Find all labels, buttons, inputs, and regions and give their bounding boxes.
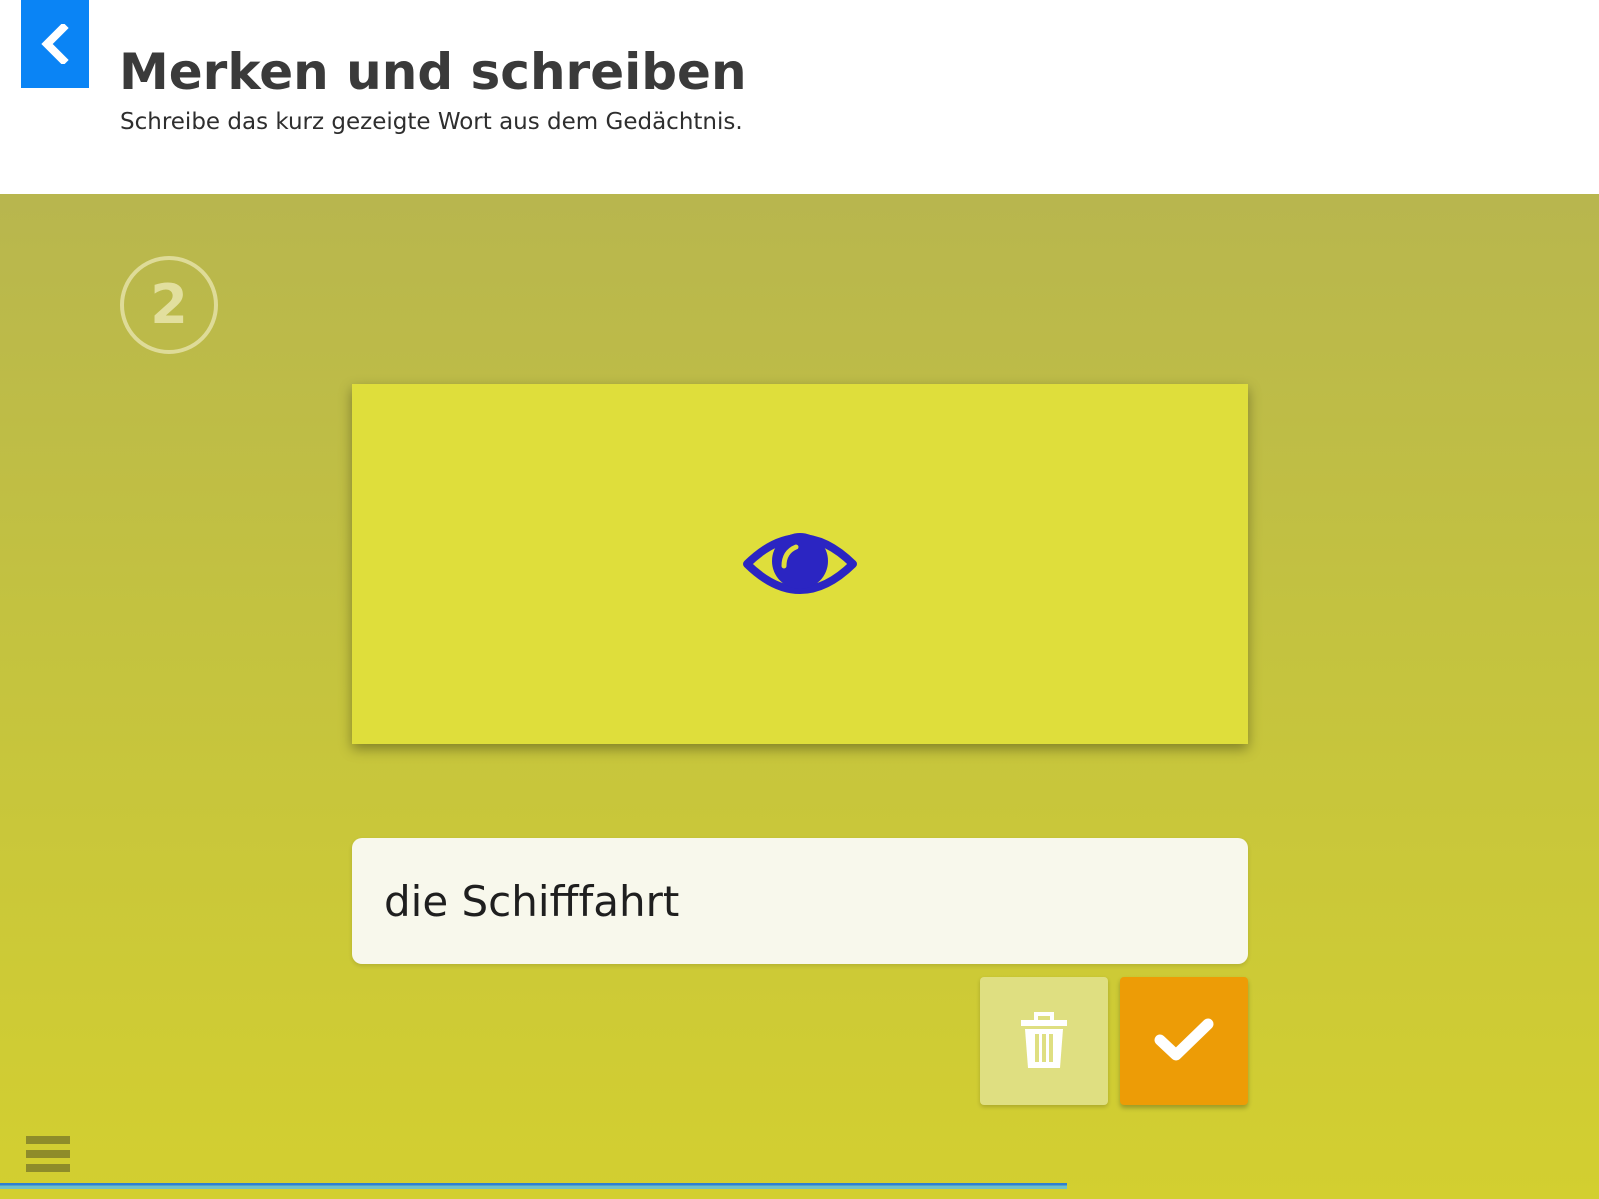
menu-bar [26, 1150, 70, 1158]
page-title: Merken und schreiben [119, 43, 747, 101]
checkmark-icon [1154, 1018, 1214, 1061]
confirm-button[interactable] [1120, 977, 1248, 1105]
menu-bar [26, 1164, 70, 1172]
exercise-stage: 2 [0, 194, 1599, 1199]
back-button[interactable] [21, 0, 89, 88]
eye-icon [743, 533, 857, 594]
answer-input[interactable] [352, 838, 1248, 964]
chevron-left-icon [41, 24, 69, 64]
page-subtitle: Schreibe das kurz gezeigte Wort aus dem … [120, 109, 743, 135]
word-card[interactable] [352, 384, 1248, 744]
header: Merken und schreiben Schreibe das kurz g… [0, 0, 1599, 194]
progress-fill [0, 1183, 1067, 1189]
hamburger-menu-icon[interactable] [26, 1136, 70, 1180]
delete-button[interactable] [980, 977, 1108, 1105]
progress-bar [0, 1183, 1599, 1189]
step-badge: 2 [120, 256, 218, 354]
trash-icon [1021, 1012, 1067, 1068]
menu-bar [26, 1136, 70, 1144]
